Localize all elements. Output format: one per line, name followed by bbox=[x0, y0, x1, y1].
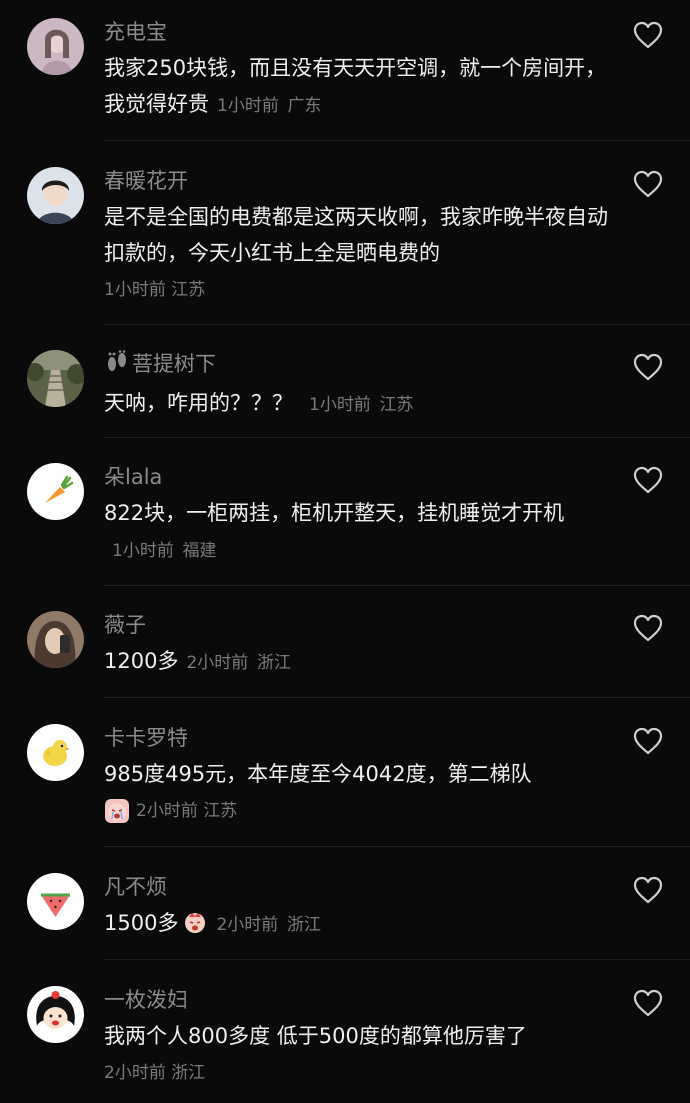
comment-location: 江苏 bbox=[203, 801, 238, 821]
user-avatar[interactable] bbox=[27, 18, 84, 75]
username[interactable]: 卡卡罗特 bbox=[104, 723, 614, 753]
comment-content: 天呐，咋用的？？？ bbox=[104, 391, 293, 415]
comment-meta: 2小时前 浙江 bbox=[104, 1058, 614, 1088]
divider bbox=[104, 324, 690, 325]
divider bbox=[104, 846, 690, 847]
divider bbox=[104, 585, 690, 586]
comment-location: 江苏 bbox=[171, 280, 206, 300]
user-avatar[interactable] bbox=[27, 463, 84, 520]
user-avatar[interactable] bbox=[27, 986, 84, 1043]
comment-time: 1小时前 bbox=[309, 395, 371, 415]
comment-content: 1500多 bbox=[104, 911, 179, 935]
comment-time: 2小时前 bbox=[104, 1063, 166, 1083]
username[interactable]: 充电宝 bbox=[104, 17, 614, 47]
comment-content: 是不是全国的电费都是这两天收啊，我家昨晚半夜自动扣款的，今天小红书上全是晒电费的 bbox=[104, 205, 608, 265]
user-avatar[interactable] bbox=[27, 873, 84, 930]
like-heart-icon[interactable] bbox=[633, 876, 663, 904]
user-avatar[interactable] bbox=[27, 167, 84, 224]
comment-time: 1小时前 bbox=[112, 541, 174, 561]
like-heart-icon[interactable] bbox=[633, 727, 663, 755]
comment-location: 江苏 bbox=[379, 395, 414, 415]
comment-text: 822块，一柜两挂，柜机开整天，挂机睡觉才开机 1小时前 福建 bbox=[104, 495, 614, 569]
comment-meta: 1小时前 江苏 bbox=[104, 275, 614, 305]
like-heart-icon[interactable] bbox=[633, 170, 663, 198]
chick-icon bbox=[27, 724, 84, 781]
user-avatar[interactable] bbox=[27, 611, 84, 668]
comment-content: 我两个人800多度 低于500度的都算他厉害了 bbox=[104, 1024, 527, 1048]
comment-text: 我家250块钱，而且没有天天开空调，就一个房间开，我觉得好贵 1小时前 广东 bbox=[104, 50, 614, 124]
like-heart-icon[interactable] bbox=[633, 614, 663, 642]
divider bbox=[104, 437, 690, 438]
comment-text: 天呐，咋用的？？？ 1小时前 江苏 bbox=[104, 385, 614, 423]
username[interactable]: 凡不烦 bbox=[104, 872, 614, 902]
like-heart-icon[interactable] bbox=[633, 353, 663, 381]
username-text: 菩提树下 bbox=[132, 352, 216, 376]
username[interactable]: 薇子 bbox=[104, 610, 614, 640]
comment-time: 1小时前 bbox=[104, 280, 166, 300]
user-avatar[interactable] bbox=[27, 724, 84, 781]
comment-content: 822块，一柜两挂，柜机开整天，挂机睡觉才开机 bbox=[104, 501, 565, 525]
like-heart-icon[interactable] bbox=[633, 466, 663, 494]
username[interactable]: 菩提树下 bbox=[104, 349, 614, 382]
divider bbox=[104, 697, 690, 698]
comment-time: 2小时前 bbox=[216, 915, 279, 935]
username[interactable]: 春暖花开 bbox=[104, 166, 614, 196]
divider bbox=[104, 140, 690, 141]
crying-emoji-icon bbox=[182, 909, 208, 935]
comment-location: 浙江 bbox=[256, 653, 291, 673]
comment-text: 1200多 2小时前 浙江 bbox=[104, 643, 614, 681]
comment-time: 1小时前 bbox=[217, 96, 279, 116]
comment-content: 985度495元，本年度至今4042度，第二梯队 bbox=[104, 762, 532, 786]
like-heart-icon[interactable] bbox=[633, 21, 663, 49]
comment-location: 广东 bbox=[287, 96, 322, 116]
comment-location: 福建 bbox=[182, 541, 217, 561]
comment-content: 1200多 bbox=[104, 649, 179, 673]
comment-meta: 2小时前 江苏 bbox=[104, 796, 614, 826]
avatar-photo bbox=[27, 167, 84, 224]
avatar-photo bbox=[27, 350, 84, 407]
comment-text: 1500多 2小时前 浙江 bbox=[104, 905, 614, 943]
user-avatar[interactable] bbox=[27, 350, 84, 407]
comment-time: 2小时前 bbox=[136, 801, 198, 821]
comment-location: 浙江 bbox=[286, 915, 321, 935]
avatar-photo bbox=[27, 18, 84, 75]
username[interactable]: 一枚泼妇 bbox=[104, 985, 614, 1015]
username[interactable]: 朵lala bbox=[104, 462, 614, 492]
watermelon-icon bbox=[27, 873, 84, 930]
footprints-icon bbox=[104, 350, 132, 382]
comment-time: 2小时前 bbox=[186, 653, 249, 673]
like-heart-icon[interactable] bbox=[633, 989, 663, 1017]
divider bbox=[104, 959, 690, 960]
comment-location: 浙江 bbox=[171, 1063, 206, 1083]
avatar-photo bbox=[27, 611, 84, 668]
cartoon-face-icon bbox=[27, 986, 84, 1043]
comment-content: 我家250块钱，而且没有天天开空调，就一个房间开，我觉得好贵 bbox=[104, 56, 607, 116]
crying-emoji-icon bbox=[104, 798, 130, 824]
carrot-icon bbox=[27, 463, 84, 520]
